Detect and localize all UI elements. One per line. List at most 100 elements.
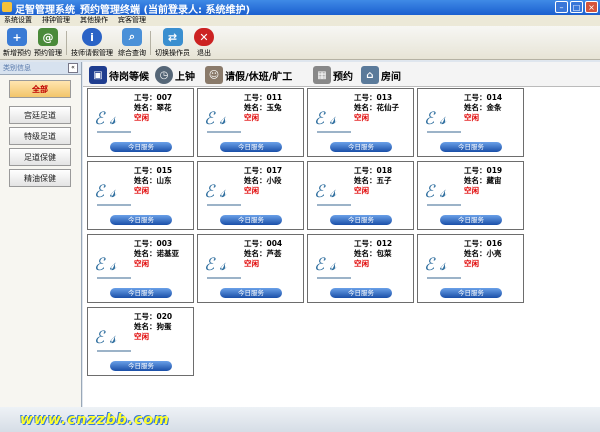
status-badge: 空闲 <box>134 332 149 341</box>
today-service-button[interactable]: 今日服务 <box>110 361 172 371</box>
tab-booking[interactable]: ▦ 预约 <box>313 65 353 85</box>
maximize-icon[interactable]: □ <box>570 1 583 13</box>
technician-card[interactable]: ℰ 𝓈 工号：019 姓名：藏宙 空闲 今日服务 <box>417 161 524 230</box>
technician-card[interactable]: ℰ 𝓈 工号：018 姓名：五子 空闲 今日服务 <box>307 161 414 230</box>
spa-logo: ℰ 𝓈 <box>424 182 446 202</box>
spa-logo: ℰ 𝓈 <box>204 255 226 275</box>
today-service-button[interactable]: 今日服务 <box>440 215 502 225</box>
status-badge: 空闲 <box>244 186 259 195</box>
status-tabs: ▣ 待岗等候 ◷ 上钟 ☺ 请假/休班/旷工 ▦ 预约 ⌂ 房间 <box>83 62 600 87</box>
add-user-icon: + <box>7 28 27 46</box>
today-service-button[interactable]: 今日服务 <box>440 142 502 152</box>
status-badge: 空闲 <box>464 186 479 195</box>
today-service-button[interactable]: 今日服务 <box>110 288 172 298</box>
title-bar: 足智管理系统_预约管理终端 (当前登录人: 系统维护) – □ × <box>0 0 600 16</box>
today-service-button[interactable]: 今日服务 <box>440 288 502 298</box>
status-badge: 空闲 <box>244 113 259 122</box>
toolbar: + 新增预约 @ 预约管理 i 技师请假管理 ⌕ 综合查询 ⇄ 切换操作员 ✕ … <box>0 26 600 60</box>
search-icon: ⌕ <box>122 28 142 46</box>
add-booking-button[interactable]: + 新增预约 <box>3 28 31 58</box>
booking-management-button[interactable]: @ 预约管理 <box>34 28 62 58</box>
watermark: www.cnzzbb.com <box>20 412 170 428</box>
minimize-icon[interactable]: – <box>555 1 568 13</box>
technician-card[interactable]: ℰ 𝓈 工号：014 姓名：金条 空闲 今日服务 <box>417 88 524 157</box>
waiting-icon: ▣ <box>89 66 107 84</box>
category-sidebar: 类别信息 « 全部 宫廷足道 特级足道 足道保健 精油保健 <box>0 62 82 407</box>
toolbar-separator <box>150 31 151 55</box>
status-badge: 空闲 <box>354 113 369 122</box>
app-icon <box>2 2 12 12</box>
tab-waiting[interactable]: ▣ 待岗等候 <box>89 65 149 85</box>
person-icon: ☺ <box>205 66 223 84</box>
today-service-button[interactable]: 今日服务 <box>110 215 172 225</box>
status-bar: www.cnzzbb.com <box>0 407 600 432</box>
spa-logo: ℰ 𝓈 <box>204 109 226 129</box>
info-icon: i <box>82 28 102 46</box>
status-badge: 空闲 <box>134 186 149 195</box>
today-service-button[interactable]: 今日服务 <box>330 288 392 298</box>
calendar-icon: ▦ <box>313 66 331 84</box>
sidebar-title: 类别信息 <box>3 64 31 72</box>
spa-logo: ℰ 𝓈 <box>314 182 336 202</box>
technician-panel: ▣ 待岗等候 ◷ 上钟 ☺ 请假/休班/旷工 ▦ 预约 ⌂ 房间 ℰ 𝓈 工号：… <box>83 62 600 407</box>
pin-icon[interactable]: « <box>68 63 78 73</box>
technician-leave-button[interactable]: i 技师请假管理 <box>71 28 113 58</box>
today-service-button[interactable]: 今日服务 <box>110 142 172 152</box>
exit-button[interactable]: ✕ 退出 <box>194 28 214 58</box>
spa-logo: ℰ 𝓈 <box>94 109 116 129</box>
technician-card[interactable]: ℰ 𝓈 工号：004 姓名：芦荟 空闲 今日服务 <box>197 234 304 303</box>
technician-card[interactable]: ℰ 𝓈 工号：011 姓名：玉兔 空闲 今日服务 <box>197 88 304 157</box>
today-service-button[interactable]: 今日服务 <box>220 288 282 298</box>
menu-bar: 系统设置 排钟管理 其他操作 宾客管理 <box>0 15 600 26</box>
today-service-button[interactable]: 今日服务 <box>330 142 392 152</box>
technician-card[interactable]: ℰ 𝓈 工号：015 姓名：山东 空闲 今日服务 <box>87 161 194 230</box>
category-palace-foot-button[interactable]: 宫廷足道 <box>9 106 71 124</box>
status-badge: 空闲 <box>134 113 149 122</box>
status-badge: 空闲 <box>354 259 369 268</box>
status-badge: 空闲 <box>134 259 149 268</box>
menu-other-operations[interactable]: 其他操作 <box>80 15 108 26</box>
spa-logo: ℰ 𝓈 <box>314 109 336 129</box>
menu-shift-management[interactable]: 排钟管理 <box>42 15 70 26</box>
sidebar-header: 类别信息 « <box>0 62 81 75</box>
toolbar-separator <box>66 31 67 55</box>
tab-rooms[interactable]: ⌂ 房间 <box>361 65 401 85</box>
close-icon[interactable]: × <box>585 1 598 13</box>
technician-card[interactable]: ℰ 𝓈 工号：003 姓名：诺基亚 空闲 今日服务 <box>87 234 194 303</box>
status-badge: 空闲 <box>464 259 479 268</box>
spa-logo: ℰ 𝓈 <box>94 255 116 275</box>
tab-on-duty[interactable]: ◷ 上钟 <box>155 65 195 85</box>
technician-card[interactable]: ℰ 𝓈 工号：020 姓名：狗蛋 空闲 今日服务 <box>87 307 194 376</box>
switch-operator-button[interactable]: ⇄ 切换操作员 <box>155 28 190 58</box>
technician-card[interactable]: ℰ 𝓈 工号：007 姓名：翠花 空闲 今日服务 <box>87 88 194 157</box>
status-badge: 空闲 <box>464 113 479 122</box>
spa-logo: ℰ 𝓈 <box>424 109 446 129</box>
clock-icon: ◷ <box>155 66 173 84</box>
today-service-button[interactable]: 今日服务 <box>220 142 282 152</box>
spa-logo: ℰ 𝓈 <box>314 255 336 275</box>
category-oil-care-button[interactable]: 精油保健 <box>9 169 71 187</box>
spa-logo: ℰ 𝓈 <box>204 182 226 202</box>
menu-guest-management[interactable]: 宾客管理 <box>118 15 146 26</box>
tab-leave[interactable]: ☺ 请假/休班/旷工 <box>205 65 292 85</box>
spa-logo: ℰ 𝓈 <box>94 182 116 202</box>
today-service-button[interactable]: 今日服务 <box>330 215 392 225</box>
house-icon: ⌂ <box>361 66 379 84</box>
status-badge: 空闲 <box>354 186 369 195</box>
close-circle-icon: ✕ <box>194 28 214 46</box>
technician-card[interactable]: ℰ 𝓈 工号：012 姓名：包菜 空闲 今日服务 <box>307 234 414 303</box>
technician-card[interactable]: ℰ 𝓈 工号：016 姓名：小亮 空闲 今日服务 <box>417 234 524 303</box>
query-button[interactable]: ⌕ 综合查询 <box>118 28 146 58</box>
category-premium-foot-button[interactable]: 特级足道 <box>9 127 71 145</box>
menu-system-settings[interactable]: 系统设置 <box>4 15 32 26</box>
email-icon: @ <box>38 28 58 46</box>
window-title: 足智管理系统_预约管理终端 (当前登录人: 系统维护) <box>15 5 251 16</box>
spa-logo: ℰ 𝓈 <box>94 328 116 348</box>
spa-logo: ℰ 𝓈 <box>424 255 446 275</box>
window-controls: – □ × <box>555 1 598 13</box>
technician-card[interactable]: ℰ 𝓈 工号：017 姓名：小段 空闲 今日服务 <box>197 161 304 230</box>
technician-card[interactable]: ℰ 𝓈 工号：013 姓名：花仙子 空闲 今日服务 <box>307 88 414 157</box>
category-foot-care-button[interactable]: 足道保健 <box>9 148 71 166</box>
category-all-button[interactable]: 全部 <box>9 80 71 98</box>
today-service-button[interactable]: 今日服务 <box>220 215 282 225</box>
